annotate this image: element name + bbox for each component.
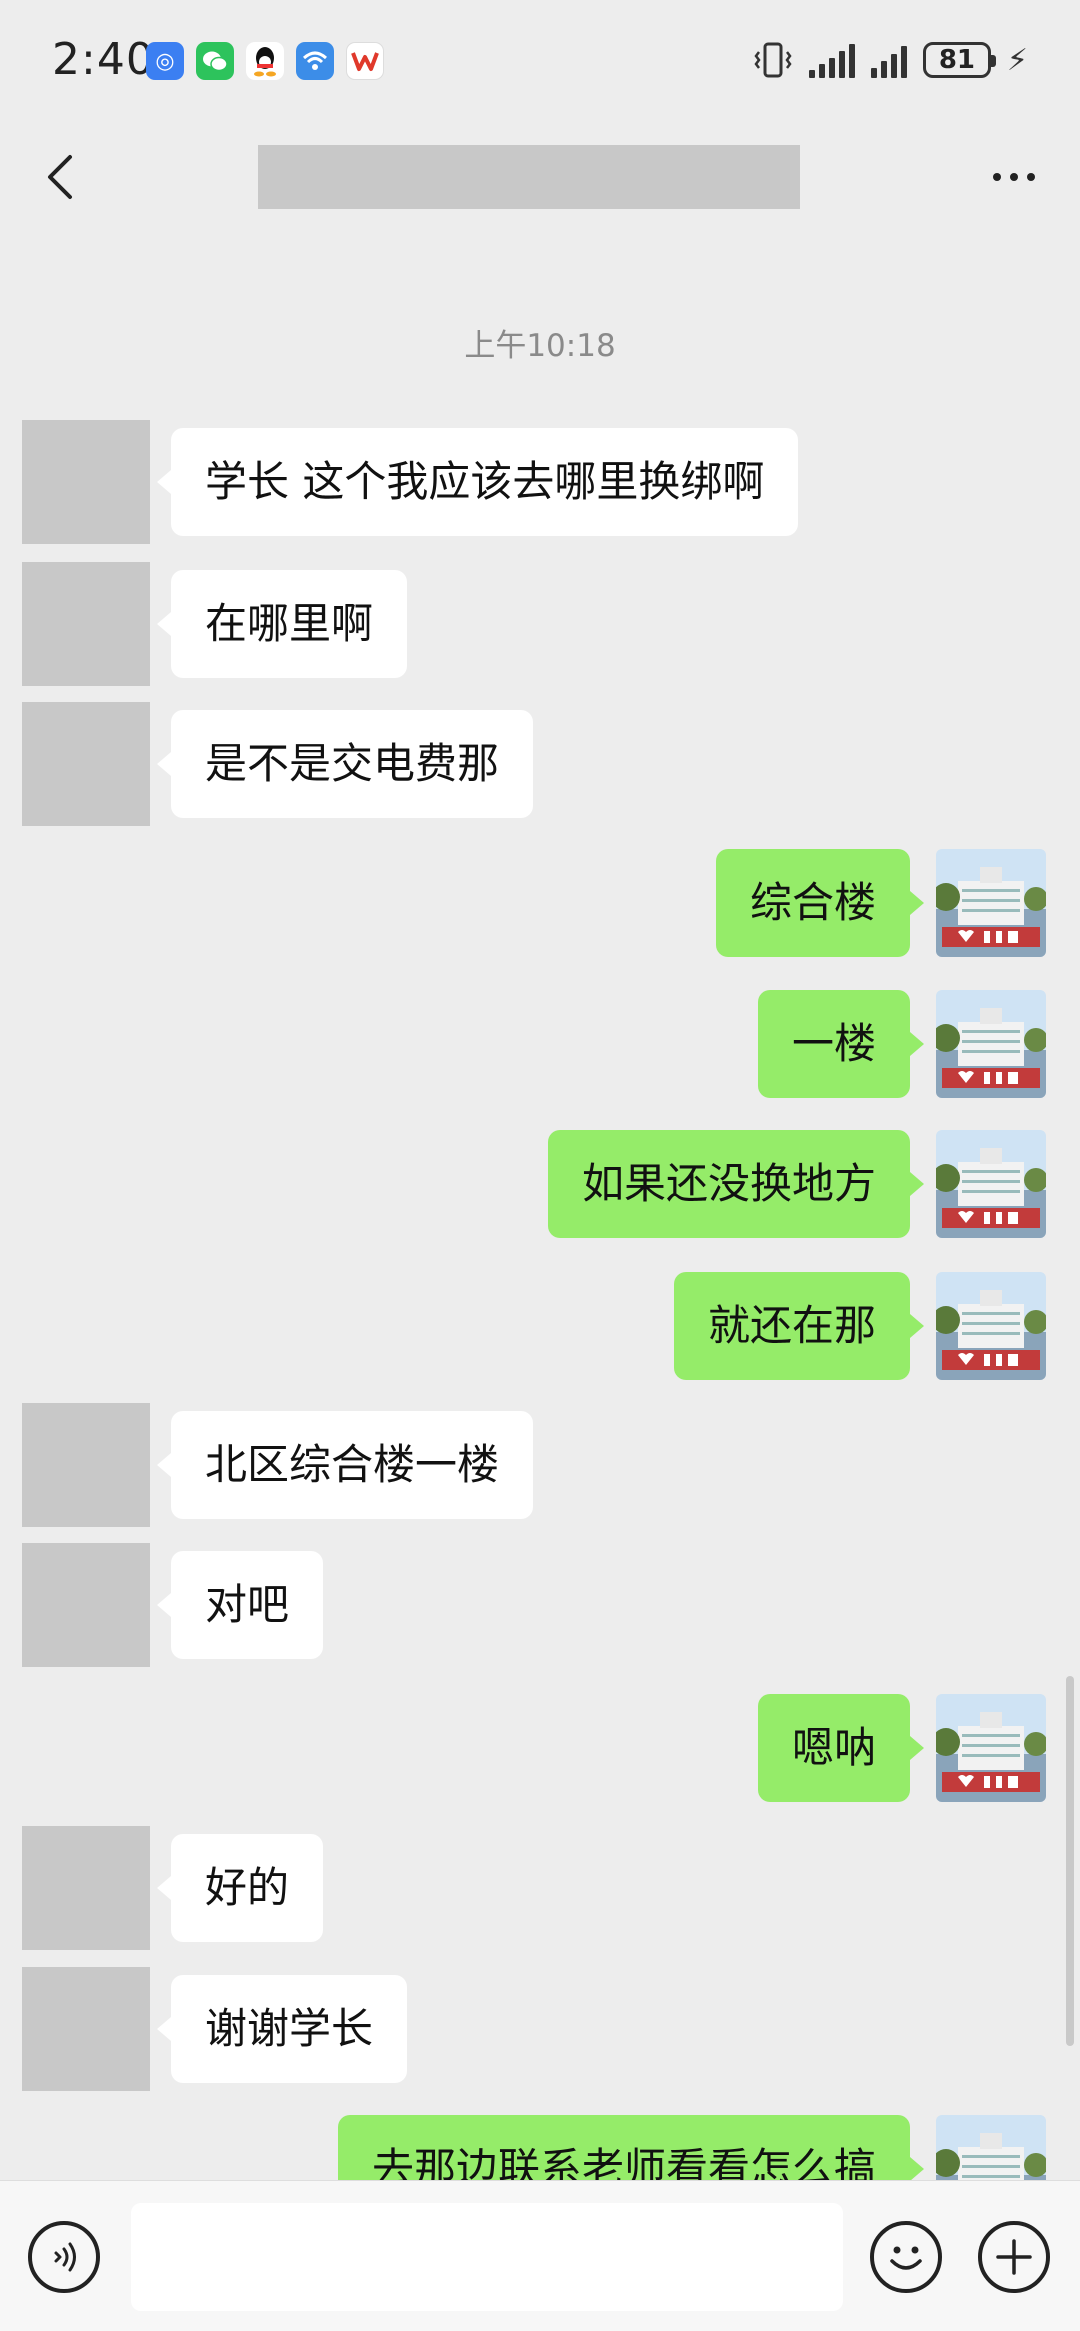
- contact-avatar[interactable]: [22, 562, 150, 686]
- wps-icon: [346, 42, 384, 80]
- message-timestamp: 上午10:18: [464, 328, 616, 364]
- message-row: 如果还没换地方: [0, 1130, 1080, 1254]
- message-bubble[interactable]: 谢谢学长: [156, 1975, 408, 2083]
- message-row: 谢谢学长: [0, 1967, 1080, 2091]
- qq-icon: [246, 42, 284, 80]
- more-options-button[interactable]: [984, 155, 1044, 199]
- my-avatar[interactable]: [936, 1694, 1046, 1802]
- chat-scrollbar[interactable]: [1066, 1676, 1074, 2046]
- message-bubble[interactable]: 综合楼: [715, 849, 925, 957]
- input-bar: [0, 2180, 1080, 2331]
- vibrate-icon: [754, 42, 792, 78]
- message-bubble[interactable]: 学长 这个我应该去哪里换绑啊: [156, 428, 799, 536]
- wechat-icon: [196, 42, 234, 80]
- message-bubble[interactable]: 嗯呐: [757, 1694, 925, 1802]
- message-row: 是不是交电费那: [0, 702, 1080, 826]
- message-bubble[interactable]: 一楼: [757, 990, 925, 1098]
- plus-icon: [996, 2239, 1032, 2275]
- voice-input-button[interactable]: [28, 2221, 100, 2293]
- message-row: 嗯呐: [0, 1694, 1080, 1818]
- contact-avatar[interactable]: [22, 1543, 150, 1667]
- emoji-icon: [890, 2246, 922, 2270]
- status-time: 2:40: [52, 34, 155, 85]
- app-icon: ◎: [146, 42, 184, 80]
- contact-avatar[interactable]: [22, 1826, 150, 1950]
- status-right: 81 ⚡: [753, 40, 1028, 80]
- emoji-button[interactable]: [870, 2221, 942, 2293]
- message-row: 学长 这个我应该去哪里换绑啊: [0, 420, 1080, 544]
- message-row: 在哪里啊: [0, 562, 1080, 686]
- notification-icons: ◎: [146, 42, 384, 80]
- message-bubble[interactable]: 就还在那: [673, 1272, 925, 1380]
- message-bubble[interactable]: 对吧: [156, 1551, 324, 1659]
- message-bubble[interactable]: 是不是交电费那: [156, 710, 534, 818]
- contact-avatar[interactable]: [22, 702, 150, 826]
- voice-icon: [54, 2242, 76, 2272]
- chat-header: [0, 125, 1080, 230]
- message-bubble[interactable]: 好的: [156, 1834, 324, 1942]
- battery-icon: 81: [922, 42, 996, 78]
- signal-strength-icon: [808, 42, 855, 78]
- message-input[interactable]: [131, 2203, 843, 2311]
- message-row: 综合楼: [0, 849, 1080, 973]
- more-functions-button[interactable]: [978, 2221, 1050, 2293]
- contact-avatar[interactable]: [22, 1967, 150, 2091]
- wifi-app-icon: [296, 42, 334, 80]
- contact-avatar[interactable]: [22, 1403, 150, 1527]
- my-avatar[interactable]: [936, 1130, 1046, 1238]
- back-button[interactable]: [36, 149, 92, 205]
- signal-strength-icon-2: [870, 42, 907, 78]
- status-bar: 2:40 ◎ 81 ⚡: [0, 0, 1080, 125]
- chat-title-redacted: [258, 145, 800, 209]
- message-row: 北区综合楼一楼: [0, 1403, 1080, 1527]
- message-row: 对吧: [0, 1543, 1080, 1667]
- my-avatar[interactable]: [936, 849, 1046, 957]
- message-bubble[interactable]: 北区综合楼一楼: [156, 1411, 534, 1519]
- my-avatar[interactable]: [936, 990, 1046, 1098]
- contact-avatar[interactable]: [22, 420, 150, 544]
- charging-icon: ⚡: [1006, 42, 1028, 78]
- message-row: 好的: [0, 1826, 1080, 1950]
- message-bubble[interactable]: 在哪里啊: [156, 570, 408, 678]
- message-bubble[interactable]: 如果还没换地方: [547, 1130, 925, 1238]
- message-row: 一楼: [0, 990, 1080, 1114]
- message-row: 就还在那: [0, 1272, 1080, 1396]
- my-avatar[interactable]: [936, 1272, 1046, 1380]
